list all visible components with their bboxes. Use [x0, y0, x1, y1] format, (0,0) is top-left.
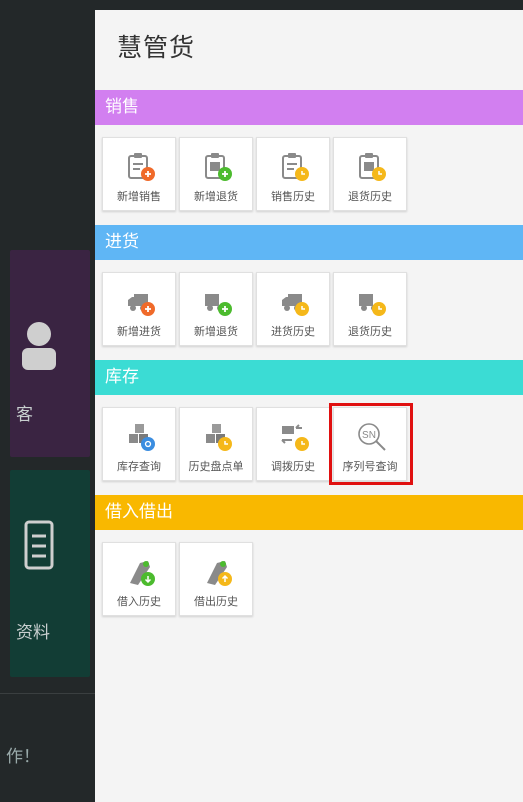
- divider: [0, 693, 95, 694]
- highlight-box: [329, 403, 413, 485]
- tile-button[interactable]: 调拨历史: [256, 407, 330, 481]
- tile-button[interactable]: 新增进货: [102, 272, 176, 346]
- tile-label: 借出历史: [194, 595, 238, 608]
- clipboard-return-add-icon: [205, 153, 232, 181]
- section-header: 销售: [95, 90, 523, 125]
- truck-return-add-icon: [205, 294, 232, 316]
- tile-label: 历史盘点单: [188, 460, 244, 473]
- section-header: 进货: [95, 225, 523, 260]
- boxes-search-icon: [129, 424, 155, 451]
- truck-return-history-icon: [359, 294, 386, 316]
- drawer-sections: 销售 新增销售 新增退货 销售历史 退货历史 进货 新增进货 新增退货 进货历史 退货历史 库存 库存…: [95, 90, 523, 640]
- section-header: 借入借出: [95, 495, 523, 530]
- tile-button[interactable]: 借入历史: [102, 542, 176, 616]
- tile-label: 新增进货: [117, 325, 161, 338]
- tile-row: 新增进货 新增退货 进货历史 退货历史: [95, 260, 523, 360]
- tile-label: 新增销售: [117, 190, 161, 203]
- customer-card: 客: [10, 250, 90, 457]
- tile-row: 库存查询 历史盘点单 调拨历史 SN 序列号查询: [95, 395, 523, 495]
- tile-button[interactable]: 退货历史: [333, 272, 407, 346]
- lend-out-icon: [207, 561, 232, 586]
- tile-button[interactable]: 销售历史: [256, 137, 330, 211]
- tile-label: 调拨历史: [271, 460, 315, 473]
- tile-button[interactable]: 库存查询: [102, 407, 176, 481]
- tile-label: 退货历史: [348, 325, 392, 338]
- data-card: 资料: [10, 470, 90, 677]
- transfer-history-icon: [281, 424, 309, 451]
- tile-button[interactable]: 进货历史: [256, 272, 330, 346]
- tile-label: 库存查询: [117, 460, 161, 473]
- tile-label: 进货历史: [271, 325, 315, 338]
- clipboard-add-icon: [128, 153, 155, 181]
- tile-row: 新增销售 新增退货 销售历史 退货历史: [95, 125, 523, 225]
- tile-button[interactable]: 借出历史: [179, 542, 253, 616]
- boxes-history-icon: [206, 424, 232, 451]
- data-card-label: 资料: [16, 623, 50, 643]
- section-header: 库存: [95, 360, 523, 395]
- tile-button[interactable]: 退货历史: [333, 137, 407, 211]
- tile-button[interactable]: 新增退货: [179, 137, 253, 211]
- tile-label: 借入历史: [117, 595, 161, 608]
- person-icon: [22, 322, 56, 370]
- customer-card-label: 客: [16, 405, 33, 425]
- tile-label: 新增退货: [194, 190, 238, 203]
- tile-row: 借入历史 借出历史: [95, 530, 523, 640]
- tile-button[interactable]: 新增销售: [102, 137, 176, 211]
- clipboard-return-history-icon: [359, 153, 386, 181]
- tile-button[interactable]: 历史盘点单: [179, 407, 253, 481]
- tile-label: 退货历史: [348, 190, 392, 203]
- tile-label: 销售历史: [271, 190, 315, 203]
- truck-history-icon: [282, 294, 309, 316]
- truck-add-icon: [128, 294, 155, 316]
- tile-button[interactable]: 新增退货: [179, 272, 253, 346]
- borrow-in-icon: [130, 561, 155, 586]
- app-title: 慧管货: [117, 33, 196, 62]
- tile-label: 新增退货: [194, 325, 238, 338]
- drawer-header: 慧管货: [95, 10, 523, 90]
- navigation-drawer: 慧管货 销售 新增销售 新增退货 销售历史 退货历史 进货 新增进货 新增退货 进货历史 退货历史…: [95, 10, 523, 802]
- document-icon: [24, 520, 54, 570]
- clipboard-history-icon: [282, 153, 309, 181]
- footer-text: 作！: [6, 747, 40, 767]
